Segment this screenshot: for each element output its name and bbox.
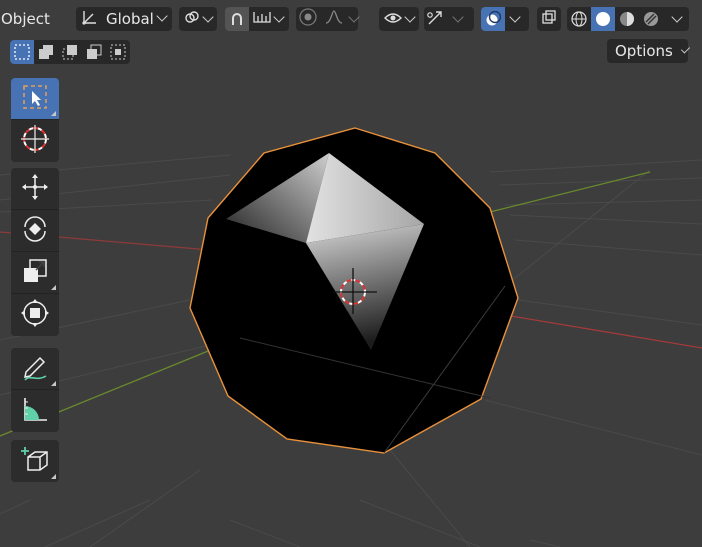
- pivot-dropdown[interactable]: [179, 7, 217, 31]
- scale-tool[interactable]: [11, 252, 59, 294]
- toolbar-select-group: [11, 78, 59, 162]
- viewport-header: Object Global: [0, 0, 702, 38]
- shading-group[interactable]: [567, 7, 689, 31]
- y-axis-line-right: [489, 171, 651, 213]
- rendered-icon[interactable]: [639, 7, 663, 31]
- proportional-edit-icon[interactable]: [298, 7, 318, 31]
- falloff-curve-icon[interactable]: [324, 9, 344, 29]
- select-invert-icon[interactable]: [82, 40, 106, 64]
- add-cube-tool[interactable]: [11, 440, 59, 482]
- viewport-scene[interactable]: [0, 0, 702, 547]
- rotate-tool[interactable]: [11, 210, 59, 252]
- cursor-tool[interactable]: [11, 120, 59, 162]
- 3d-viewport[interactable]: [0, 0, 702, 547]
- orientation-label: Global: [106, 10, 154, 28]
- chevron-down-icon: [156, 10, 168, 22]
- snap-increment-icon[interactable]: [252, 9, 272, 29]
- gizmo-group[interactable]: [424, 7, 474, 31]
- chevron-down-icon: [452, 11, 464, 23]
- material-icon[interactable]: [615, 7, 639, 31]
- measure-tool[interactable]: [11, 390, 59, 432]
- toolbar-add-group: [11, 440, 59, 482]
- select-box-icon: [21, 83, 49, 115]
- overlays-icon[interactable]: [481, 7, 505, 31]
- chevron-down-icon: [273, 11, 285, 23]
- move-icon: [20, 172, 50, 206]
- chevron-down-icon: [671, 11, 683, 23]
- transform-icon: [20, 298, 50, 332]
- chevron-down-icon: [509, 11, 521, 23]
- orientation-dropdown[interactable]: Global: [76, 7, 172, 31]
- pivot-link-icon: [184, 9, 200, 29]
- xray-button[interactable]: [537, 7, 561, 31]
- magnet-icon[interactable]: [225, 7, 249, 31]
- mode-label[interactable]: Object: [1, 10, 50, 28]
- move-tool[interactable]: [11, 168, 59, 210]
- overlays-group[interactable]: [481, 7, 529, 31]
- annotate-tool[interactable]: [11, 348, 59, 390]
- visibility-dropdown[interactable]: [379, 7, 419, 31]
- cursor-icon: [20, 124, 50, 158]
- eye-icon: [384, 10, 402, 29]
- scale-icon: [20, 256, 50, 290]
- chevron-down-icon: [202, 11, 214, 23]
- toolbar-annotate-group: [11, 348, 59, 432]
- xray-icon: [541, 9, 557, 29]
- select-mode-group[interactable]: [10, 40, 130, 64]
- measure-icon: [20, 394, 50, 428]
- gizmo-icon[interactable]: [426, 7, 446, 31]
- add-cube-icon: [19, 443, 51, 479]
- annotate-pencil-icon: [20, 352, 50, 386]
- wireframe-icon[interactable]: [567, 7, 591, 31]
- solid-icon[interactable]: [591, 7, 615, 31]
- toolbar-transform-group: [11, 168, 59, 336]
- orientation-axes-icon: [80, 8, 98, 30]
- select-new-icon[interactable]: [10, 40, 34, 64]
- proportional-group[interactable]: [296, 7, 360, 31]
- select-extend-icon[interactable]: [34, 40, 58, 64]
- chevron-down-icon: [348, 11, 360, 23]
- rotate-icon: [20, 214, 50, 248]
- select-subtract-icon[interactable]: [58, 40, 82, 64]
- x-axis-line-right: [504, 314, 702, 349]
- chevron-down-icon: [404, 11, 416, 23]
- snap-group[interactable]: [225, 7, 289, 31]
- transform-tool[interactable]: [11, 294, 59, 336]
- select-intersect-icon[interactable]: [106, 40, 130, 64]
- options-label: Options: [615, 42, 673, 60]
- options-dropdown[interactable]: Options: [607, 39, 691, 63]
- select-box-tool[interactable]: [11, 78, 59, 120]
